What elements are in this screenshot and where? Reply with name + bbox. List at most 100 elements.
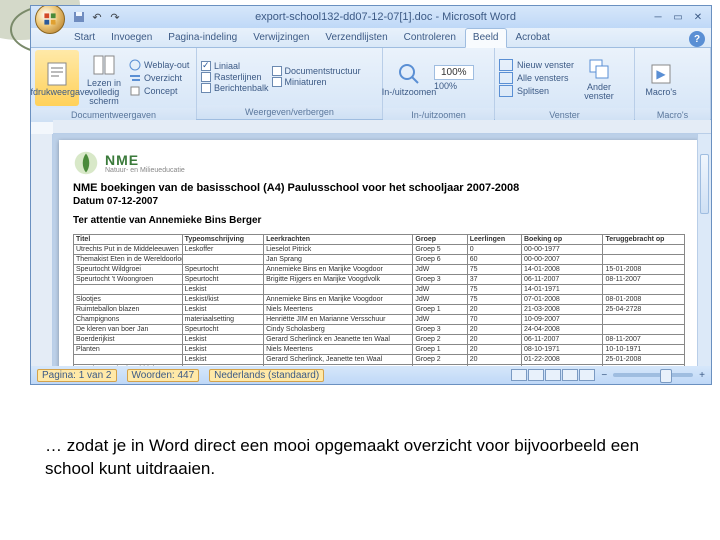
view-outline[interactable] <box>562 369 578 381</box>
status-page[interactable]: Pagina: 1 van 2 <box>37 369 117 382</box>
docmap-checkbox[interactable]: Documentstructuur <box>272 66 361 76</box>
messagebar-checkbox[interactable]: Berichtenbalk <box>201 83 269 93</box>
window-icon <box>499 85 513 97</box>
table-cell: Cindy Scholasberg <box>264 325 413 335</box>
help-button[interactable]: ? <box>689 31 705 47</box>
view-web[interactable] <box>545 369 561 381</box>
table-cell: 00-00-1977 <box>522 245 603 255</box>
table-cell: Leskist <box>182 335 263 345</box>
table-cell: 15-01-2008 <box>603 265 685 275</box>
arrange-button[interactable]: Alle vensters <box>499 72 574 84</box>
overview-option[interactable]: Overzicht <box>129 72 189 84</box>
zoom-button[interactable]: In-/uitzoomen <box>387 50 431 106</box>
table-row: PlantenLeskistNiels MeertensGroep 12008-… <box>74 345 685 355</box>
slide-caption: … zodat je in Word direct een mooi opgem… <box>45 435 675 481</box>
table-cell: 14-01-2008 <box>522 265 603 275</box>
tab-controleren[interactable]: Controleren <box>397 29 463 47</box>
tab-pagina-indeling[interactable]: Pagina-indeling <box>161 29 244 47</box>
new-window-button[interactable]: Nieuw venster <box>499 59 574 71</box>
thumbs-checkbox[interactable]: Miniaturen <box>272 77 361 87</box>
table-cell: 0 <box>467 365 521 367</box>
tab-verwijzingen[interactable]: Verwijzingen <box>246 29 316 47</box>
statusbar: Pagina: 1 van 2 Woorden: 447 Nederlands … <box>31 366 711 384</box>
view-printlayout[interactable] <box>511 369 527 381</box>
view-draft[interactable] <box>579 369 595 381</box>
office-button[interactable] <box>35 5 65 34</box>
qat-undo-icon[interactable]: ↶ <box>90 10 104 24</box>
table-cell: materiaalsetting <box>182 315 263 325</box>
table-row: LeskistJdW7514-01-1971 <box>74 285 685 295</box>
table-cell: 20 <box>467 325 521 335</box>
zoom-100-button[interactable]: 100% <box>434 81 474 91</box>
status-words[interactable]: Woorden: 447 <box>127 369 200 382</box>
reading-layout-button[interactable]: Lezen in volledig scherm <box>82 50 126 106</box>
table-cell: 70 <box>467 315 521 325</box>
status-language[interactable]: Nederlands (standaard) <box>209 369 324 382</box>
table-cell: 25-04-2728 <box>603 305 685 315</box>
tab-acrobat[interactable]: Acrobat <box>509 29 557 47</box>
concept-option[interactable]: Concept <box>129 85 189 97</box>
quick-access-toolbar: ↶ ↷ <box>72 10 122 24</box>
tab-invoegen[interactable]: Invoegen <box>104 29 159 47</box>
table-cell: Groep 3 <box>413 275 467 285</box>
doc-date: Datum 07-12-2007 <box>73 196 685 207</box>
table-cell: Groep 3 <box>413 325 467 335</box>
zoom-minus[interactable]: − <box>601 370 607 381</box>
zoom-percent[interactable]: 100% <box>434 65 474 80</box>
ruler-checkbox[interactable]: Liniaal <box>201 61 269 71</box>
reading-icon <box>90 51 118 79</box>
table-row: De kleren van boer JanSpeurtochtCindy Sc… <box>74 325 685 335</box>
print-layout-button[interactable]: Afdrukweergave <box>35 50 79 106</box>
bookings-table: Titel Typeomschrijving Leerkrachten Groe… <box>73 234 685 366</box>
qat-redo-icon[interactable]: ↷ <box>108 10 122 24</box>
split-button[interactable]: Splitsen <box>499 85 574 97</box>
scroll-thumb[interactable] <box>700 154 709 214</box>
zoom-icon <box>395 60 423 88</box>
macros-button[interactable]: ▶ Macro's <box>639 50 683 106</box>
table-cell: Groep 1 <box>413 305 467 315</box>
table-cell: Leskist/kist <box>182 295 263 305</box>
table-cell: 08-11-2007 <box>603 275 685 285</box>
table-cell: 08-01-2008 <box>603 295 685 305</box>
close-button[interactable]: ✕ <box>689 10 707 24</box>
table-cell: Leskist <box>182 305 263 315</box>
table-cell: Speurtocht <box>182 265 263 275</box>
checkbox-icon <box>201 72 211 82</box>
minimize-button[interactable]: ─ <box>649 10 667 24</box>
qat-save-icon[interactable] <box>72 10 86 24</box>
table-cell: Speurtocht <box>182 275 263 285</box>
table-cell: 60 <box>467 255 521 265</box>
table-cell: 20 <box>467 335 521 345</box>
doc-attn: Ter attentie van Annemieke Bins Berger <box>73 215 685 226</box>
titlebar: ↶ ↷ export-school132-dd07-12-07[1].doc -… <box>31 6 711 28</box>
table-cell: Gerard Scherlinck, Jeanette ten Waal <box>264 355 413 365</box>
tab-start[interactable]: Start <box>67 29 102 47</box>
document-area: NMENatuur- en Milieueducatie NME boeking… <box>31 134 711 366</box>
tab-verzendlijsten[interactable]: Verzendlijsten <box>318 29 394 47</box>
table-cell: Annemieke Bins en Marijke Voogdoor <box>264 265 413 275</box>
horizontal-ruler[interactable] <box>53 120 711 134</box>
vertical-ruler[interactable] <box>31 134 53 366</box>
table-cell <box>182 255 263 265</box>
tab-beeld[interactable]: Beeld <box>465 28 507 48</box>
weblayout-option[interactable]: Weblay-out <box>129 59 189 71</box>
table-cell: 14-01-1971 <box>522 285 603 295</box>
table-cell: 24-04-2008 <box>522 325 603 335</box>
maximize-button[interactable]: ▭ <box>669 10 687 24</box>
page-scroll-area[interactable]: NMENatuur- en Milieueducatie NME boeking… <box>53 134 711 366</box>
table-cell: Brigitte Rijgers en Marijke Voogdvolk <box>264 275 413 285</box>
table-cell: Planten <box>74 345 183 355</box>
table-row: BoerderijkistLeskistGerard Scherlinck en… <box>74 335 685 345</box>
gridlines-checkbox[interactable]: Rasterlijnen <box>201 72 269 82</box>
zoom-plus[interactable]: + <box>699 370 705 381</box>
checkbox-icon <box>272 66 282 76</box>
view-reading[interactable] <box>528 369 544 381</box>
switch-window-button[interactable]: Ander venster <box>577 50 621 106</box>
svg-text:▶: ▶ <box>656 67 666 81</box>
table-cell <box>264 365 413 367</box>
table-cell: 75 <box>467 285 521 295</box>
zoom-slider[interactable] <box>613 373 693 377</box>
table-cell: Groep 2 <box>413 355 467 365</box>
vertical-scrollbar[interactable] <box>697 134 711 366</box>
switch-window-icon <box>585 55 613 83</box>
